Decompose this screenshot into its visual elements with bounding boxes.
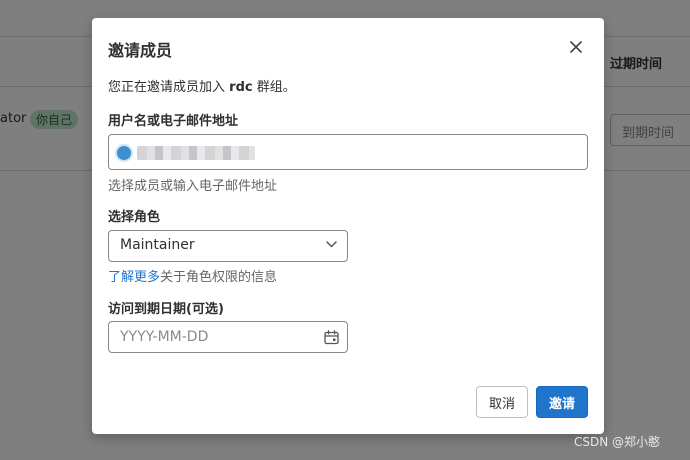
invite-button[interactable]: 邀请 <box>536 386 588 418</box>
role-field-label: 选择角色 <box>108 210 161 225</box>
expiration-date-input[interactable] <box>108 321 348 353</box>
intro-text: 您正在邀请成员加入 rdc 群组。 <box>108 76 296 95</box>
close-button[interactable] <box>566 37 586 57</box>
intro-prefix: 您正在邀请成员加入 <box>108 80 226 95</box>
cancel-button[interactable]: 取消 <box>476 386 528 418</box>
role-select[interactable]: Maintainer <box>108 230 348 262</box>
close-icon <box>570 41 582 53</box>
learn-more-link[interactable]: 了解更多 <box>108 270 160 285</box>
selected-user-token[interactable] <box>115 142 265 164</box>
chevron-down-icon <box>326 241 337 248</box>
user-avatar-icon <box>115 144 133 162</box>
role-help-suffix: 关于角色权限的信息 <box>160 270 278 285</box>
invite-members-modal: 邀请成员 您正在邀请成员加入 rdc 群组。 用户名或电子邮件地址 选择成员或输… <box>92 18 604 434</box>
calendar-icon[interactable] <box>324 330 339 345</box>
intro-suffix: 群组。 <box>256 80 296 95</box>
role-selected-value: Maintainer <box>120 237 195 253</box>
redacted-username <box>137 146 255 160</box>
user-field-help: 选择成员或输入电子邮件地址 <box>108 179 278 194</box>
user-search-input[interactable] <box>108 134 588 170</box>
watermark: CSDN @郑小憨 <box>574 435 661 449</box>
date-field-label: 访问到期日期(可选) <box>108 302 224 317</box>
modal-title: 邀请成员 <box>108 41 173 60</box>
group-name: rdc <box>229 80 253 95</box>
role-field-help: 了解更多关于角色权限的信息 <box>108 266 277 285</box>
user-field-label: 用户名或电子邮件地址 <box>108 114 239 129</box>
